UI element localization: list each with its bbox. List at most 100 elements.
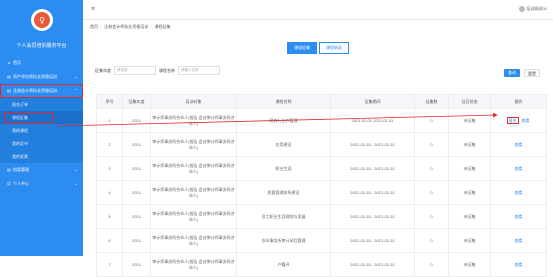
breadcrumb-separator: /: [150, 24, 152, 29]
cell-course-name: 职业生涯: [236, 156, 331, 181]
cell-count: 0: [414, 204, 449, 229]
chevron-up-icon: ⌃: [74, 88, 78, 93]
cell-period: 2021-01-15 - 2021-01-31: [330, 228, 415, 253]
cell-year: 2021: [122, 108, 151, 133]
sidebar-subitem-registration-orders[interactable]: 报名订单: [0, 98, 83, 111]
reset-button[interactable]: 重置: [524, 69, 540, 77]
sidebar-subitem-my-invoices[interactable]: 我的发票: [0, 150, 83, 163]
sidebar-item-home[interactable]: ⌂ 首页: [0, 56, 83, 70]
action-link[interactable]: 报名: [506, 116, 519, 124]
cell-count: 0: [414, 156, 449, 181]
cell-period: 2021-01-15 - 2021-01-31: [330, 132, 415, 157]
cell-course-name: 应用建设: [236, 132, 331, 157]
cell-status: 未征集: [448, 180, 491, 205]
highlight-box: [4, 112, 53, 123]
cell-period: 2021-01-15 - 2021-01-31: [330, 180, 415, 205]
cell-actions: 查看: [490, 252, 547, 277]
sidebar-subitem-label: 我的证书: [12, 141, 28, 146]
action-link[interactable]: 查看: [515, 262, 523, 267]
cell-no: 1: [96, 108, 123, 133]
cell-target: 审计师事务所合伙人(报告,会议审计师事务所合伙人): [150, 180, 237, 205]
sidebar-item-personal-center[interactable]: ☺ 个人中心 ⌄: [0, 177, 83, 191]
course-name-input[interactable]: 请输入名称: [178, 66, 220, 75]
cell-actions: 报名 查看: [490, 108, 547, 133]
column-header: 操作: [490, 94, 547, 109]
cell-target: 审计师事务所合伙人(报告,会议审计师事务所合伙人): [150, 252, 237, 277]
sidebar-subitem-my-certificates[interactable]: 我的证书: [0, 137, 83, 150]
sidebar-subitem-label: 我的发票: [12, 154, 28, 159]
cell-no: 7: [96, 252, 123, 277]
cell-target: 审计师事务所合伙人(报告,会议审计师事务所合伙人): [150, 204, 237, 229]
sidebar-item-cpa-training[interactable]: ▤ 注册会计师执业资格培训 ⌃: [0, 84, 83, 98]
sidebar-menu: ⌂ 首页 ▤ 资产评估师执业资格培训 ⌄ ▤ 注册会计师执业资格培训 ⌃ 报名订单 课…: [0, 56, 83, 191]
cell-no: 5: [96, 204, 123, 229]
sidebar-item-label: 个人中心: [13, 181, 29, 186]
year-select[interactable]: 请选择: [114, 66, 156, 75]
cell-status: 未征集: [448, 156, 491, 181]
cell-target: 审计师事务所合伙人(报告,会议审计师事务所合伙人): [150, 228, 237, 253]
filter-bar: 征集年度 请选择 课程名称 请输入名称: [95, 66, 220, 75]
action-link[interactable]: 查看: [515, 190, 523, 195]
tab-course-adoption[interactable]: 课程纳采: [319, 42, 349, 54]
course-table: 序号 征集年度 培训对象 课程名称 征集期间 征集数 征召状态 操作 1 2021…: [96, 94, 547, 277]
cell-target: 审计师事务所合伙人(报告,会议审计师事务所合伙人): [150, 108, 237, 133]
sidebar: ♀ 个人会员培训服务平台 ⌂ 首页 ▤ 资产评估师执业资格培训 ⌄ ▤ 注册会计师执业…: [0, 0, 83, 256]
sidebar-item-label: 档案管理: [13, 167, 29, 172]
table-row: 4 2021 审计师事务所合伙人(报告,会议审计师事务所合伙人) 质量管理体系建设 20…: [96, 180, 547, 205]
chevron-down-icon: ⌄: [74, 181, 78, 186]
sidebar-item-label: 资产评估师执业资格培训: [13, 74, 57, 79]
cell-actions: 查看: [490, 204, 547, 229]
tab-course-collection[interactable]: 课程征集: [287, 42, 317, 54]
platform-title: 个人会员培训服务平台: [16, 43, 67, 49]
column-header: 征集年度: [122, 94, 151, 109]
logo: ♀: [31, 9, 53, 31]
sidebar-subitem-my-courses[interactable]: 我的课程: [0, 124, 83, 137]
chevron-down-icon: ⌄: [74, 167, 78, 172]
tab-bar: 课程征集 课程纳采: [287, 42, 349, 54]
logo-emblem-icon: ♀: [34, 12, 50, 28]
cell-count: 0: [414, 252, 449, 277]
cell-no: 2: [96, 132, 123, 157]
avatar: [518, 6, 525, 12]
cell-count: 0: [414, 228, 449, 253]
sidebar-subitem-course-collection[interactable]: 课程征集: [0, 111, 83, 124]
cell-year: 2021: [122, 228, 151, 253]
cell-target: 审计师事务所合伙人(报告,会议审计师事务所合伙人): [150, 156, 237, 181]
table-row: 7 2021 审计师事务所合伙人(报告,会议审计师事务所合伙人) 户籍评 2021-01…: [96, 252, 547, 277]
action-link[interactable]: 查看: [515, 166, 523, 171]
cell-status: 未征集: [448, 108, 491, 133]
cell-actions: 查看: [490, 156, 547, 181]
action-link[interactable]: 查看: [515, 142, 523, 147]
cell-year: 2021: [122, 132, 151, 157]
sidebar-item-archive-management[interactable]: ▤ 档案管理 ⌄: [0, 163, 83, 177]
cell-count: 0: [414, 180, 449, 205]
menu-toggle-icon[interactable]: ≡: [91, 6, 95, 12]
cell-count: 0: [414, 132, 449, 157]
sidebar-item-asset-appraiser-training[interactable]: ▤ 资产评估师执业资格培训 ⌄: [0, 70, 83, 84]
user-menu[interactable]: 培训测试01: [518, 6, 547, 12]
cell-period: 2021-01-15 - 2021-01-31: [330, 252, 415, 277]
cell-year: 2021: [122, 252, 151, 277]
action-link[interactable]: 查看: [522, 118, 530, 123]
cell-no: 4: [96, 180, 123, 205]
cell-no: 6: [96, 228, 123, 253]
book-icon: ▤: [7, 88, 11, 93]
breadcrumb-current: 课程征集: [154, 24, 171, 29]
column-header: 征召状态: [448, 94, 491, 109]
cell-course-name: 质量管理体系建设: [236, 180, 331, 205]
column-header: 征集期间: [330, 94, 415, 109]
action-link[interactable]: 查看: [515, 238, 523, 243]
cell-actions: 查看: [490, 228, 547, 253]
search-button[interactable]: 查询: [504, 69, 520, 77]
cell-period: 2021-01-01 2021-01-31: [330, 108, 415, 133]
table-row: 2 2021 审计师事务所合伙人(报告,会议审计师事务所合伙人) 应用建设 2021-0…: [96, 132, 547, 157]
breadcrumb-home[interactable]: 首页: [90, 24, 98, 29]
cell-year: 2021: [122, 156, 151, 181]
cell-status: 未征集: [448, 228, 491, 253]
book-icon: ▤: [7, 74, 11, 79]
cell-actions: 查看: [490, 132, 547, 157]
action-link[interactable]: 查看: [515, 214, 523, 219]
table-row: 5 2021 审计师事务所合伙人(报告,会议审计师事务所合伙人) 员工职业生涯规划与发…: [96, 204, 547, 229]
breadcrumb-section[interactable]: 注册会计师执业资格培训: [104, 24, 148, 29]
home-icon: ⌂: [7, 60, 11, 65]
